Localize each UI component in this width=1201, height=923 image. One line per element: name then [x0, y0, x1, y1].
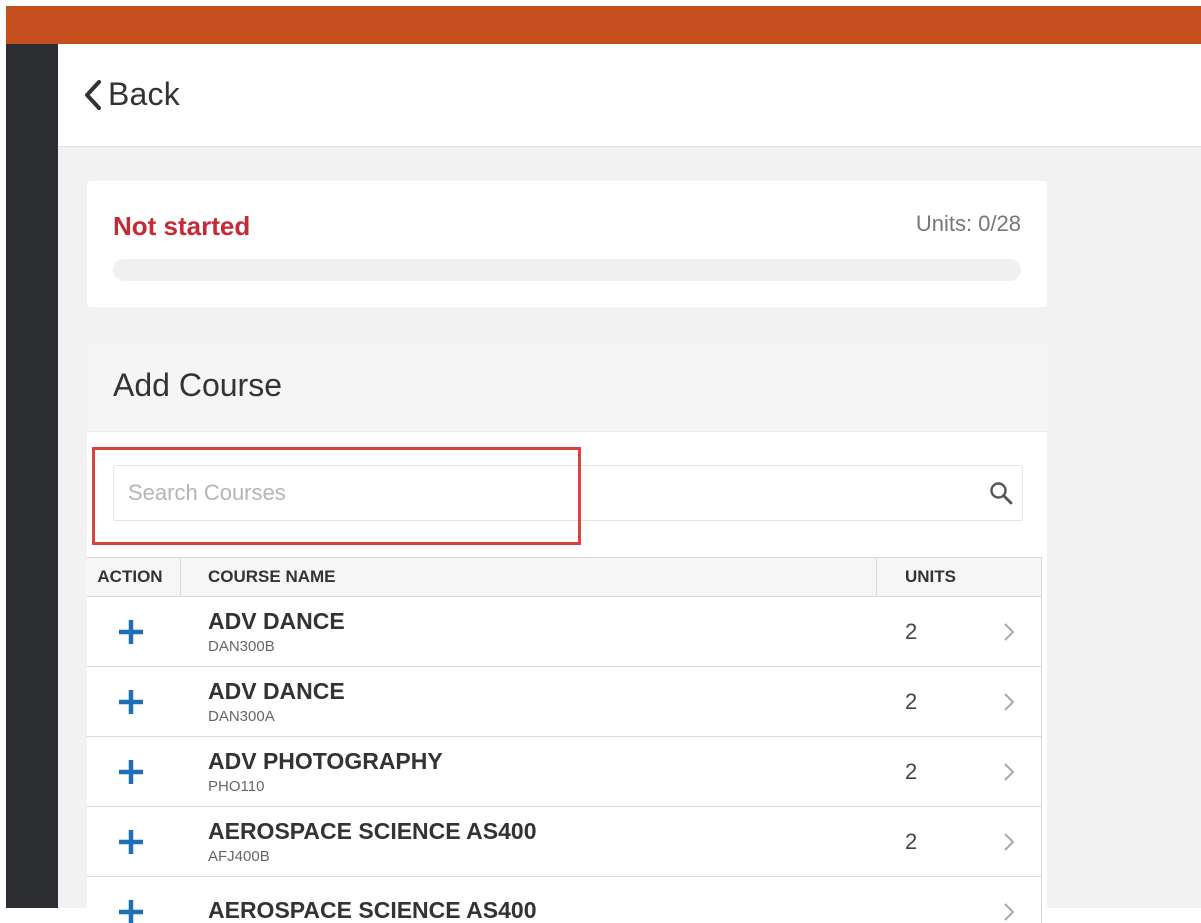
search-input[interactable] [114, 466, 964, 520]
main-content: Not started Units: 0/28 Add Course ACTIO… [58, 147, 1201, 908]
app-top-bar [6, 6, 1201, 44]
add-course-panel: Add Course ACTION COURSE NAME UNITS [87, 343, 1047, 923]
table-row[interactable]: ADV DANCE DAN300A 2 [87, 667, 1042, 737]
app-sidebar [6, 44, 58, 908]
course-code: DAN300A [208, 708, 877, 725]
course-units: 2 [877, 737, 977, 806]
row-chevron[interactable] [977, 737, 1040, 806]
add-course-header: Add Course [87, 343, 1047, 432]
course-code: AFJ400B [208, 848, 877, 865]
course-name-cell: ADV DANCE DAN300B [181, 597, 877, 666]
column-header-action: ACTION [87, 558, 181, 596]
search-box [113, 465, 1023, 521]
course-table-header: ACTION COURSE NAME UNITS [87, 557, 1042, 597]
plus-icon[interactable] [116, 687, 146, 717]
plus-icon[interactable] [116, 617, 146, 647]
course-name-cell: AEROSPACE SCIENCE AS400 AFJ400B [181, 807, 877, 876]
action-cell [87, 807, 181, 876]
course-units: 2 [877, 597, 977, 666]
course-name-cell: ADV PHOTOGRAPHY PHO110 [181, 737, 877, 806]
row-chevron[interactable] [977, 597, 1040, 666]
action-cell [87, 597, 181, 666]
search-icon[interactable] [988, 480, 1014, 506]
back-button[interactable]: Back [82, 76, 180, 113]
row-chevron[interactable] [977, 877, 1040, 923]
course-code: PHO110 [208, 778, 877, 795]
course-name: AEROSPACE SCIENCE AS400 [208, 818, 877, 844]
table-row[interactable]: ADV PHOTOGRAPHY PHO110 2 [87, 737, 1042, 807]
action-cell [87, 877, 181, 923]
course-name-cell: AEROSPACE SCIENCE AS400 [181, 877, 877, 923]
add-course-title: Add Course [113, 367, 282, 404]
status-label: Not started [113, 211, 250, 242]
course-name: AEROSPACE SCIENCE AS400 [208, 897, 877, 923]
column-header-course-name: COURSE NAME [181, 558, 877, 596]
table-row[interactable]: AEROSPACE SCIENCE AS400 AFJ400B 2 [87, 807, 1042, 877]
chevron-right-icon [1002, 761, 1016, 783]
chevron-right-icon [1002, 621, 1016, 643]
page-header: Back [58, 44, 1201, 147]
course-name: ADV DANCE [208, 608, 877, 634]
course-name-cell: ADV DANCE DAN300A [181, 667, 877, 736]
action-cell [87, 667, 181, 736]
progress-card: Not started Units: 0/28 [87, 181, 1047, 307]
chevron-left-icon [82, 78, 104, 112]
course-code: DAN300B [208, 638, 877, 655]
action-cell [87, 737, 181, 806]
course-units: 2 [877, 807, 977, 876]
back-label: Back [108, 76, 180, 113]
units-total: Units: 0/28 [916, 211, 1021, 237]
chevron-right-icon [1002, 831, 1016, 853]
course-table: ACTION COURSE NAME UNITS ADV DANCE DAN30… [87, 557, 1042, 923]
row-chevron[interactable] [977, 807, 1040, 876]
plus-icon[interactable] [116, 757, 146, 787]
plus-icon[interactable] [116, 897, 146, 923]
course-units [877, 877, 977, 923]
table-row[interactable]: ADV DANCE DAN300B 2 [87, 597, 1042, 667]
table-row[interactable]: AEROSPACE SCIENCE AS400 [87, 877, 1042, 923]
progress-bar [113, 259, 1021, 281]
chevron-right-icon [1002, 691, 1016, 713]
course-name: ADV PHOTOGRAPHY [208, 748, 877, 774]
column-header-units: UNITS [877, 558, 1040, 596]
course-name: ADV DANCE [208, 678, 877, 704]
plus-icon[interactable] [116, 827, 146, 857]
chevron-right-icon [1002, 901, 1016, 923]
course-units: 2 [877, 667, 977, 736]
row-chevron[interactable] [977, 667, 1040, 736]
